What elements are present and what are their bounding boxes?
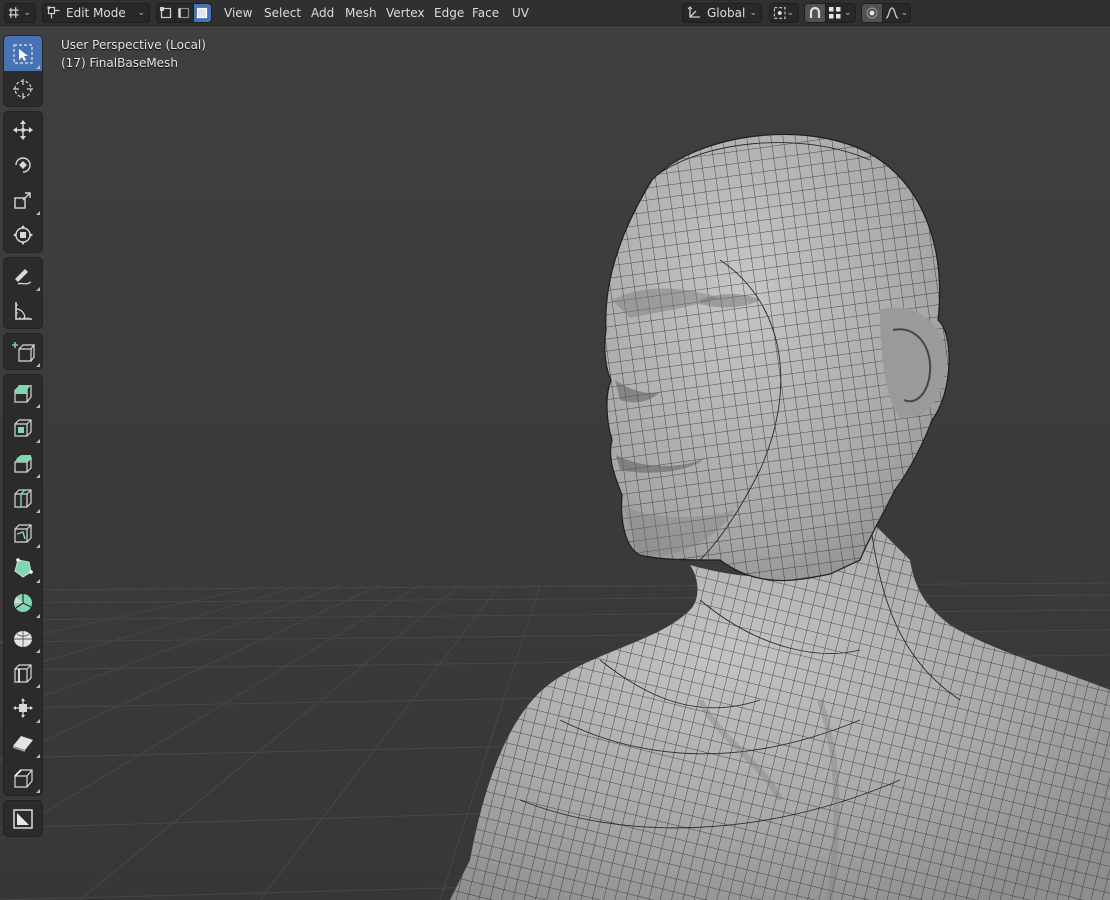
snap-target-dropdown[interactable]: ⌄	[826, 4, 855, 22]
edge-select-icon	[178, 7, 190, 19]
cursor-icon	[13, 78, 33, 99]
smooth-icon	[14, 630, 32, 647]
move-tool[interactable]	[4, 112, 42, 147]
annotate-icon	[15, 268, 32, 285]
rotate-icon	[15, 156, 31, 173]
menu-view[interactable]: View	[222, 5, 254, 21]
mode-label: Edit Mode	[66, 6, 126, 20]
toolbar-group-select	[3, 35, 43, 107]
shrink-fatten-tool[interactable]	[4, 690, 42, 725]
inset-faces-icon	[14, 418, 32, 437]
menu-vertex[interactable]: Vertex	[384, 5, 427, 21]
increment-grid-icon	[829, 7, 841, 19]
edge-select-button[interactable]	[175, 4, 194, 22]
orientation-label: Global	[707, 6, 746, 20]
inset-faces-tool[interactable]	[4, 410, 42, 445]
shrink-fatten-icon	[13, 697, 33, 718]
axis-gizmo-icon	[687, 6, 700, 18]
tool-settings-toggle[interactable]	[4, 801, 42, 836]
viewport-header: ⌄ Edit Mode ⌄ View Select Add Mesh Verte…	[0, 0, 1110, 26]
extrude-region-icon	[14, 384, 32, 403]
editor-type-button[interactable]: ⌄	[4, 3, 36, 23]
extrude-region-tool[interactable]	[4, 375, 42, 410]
select-box-icon	[13, 43, 33, 64]
knife-icon	[14, 523, 32, 543]
loop-cut-icon	[14, 488, 32, 508]
mode-dropdown[interactable]: Edit Mode ⌄	[42, 3, 150, 23]
toolbar-group-annotate	[3, 257, 43, 329]
transform-orientation-dropdown[interactable]: Global ⌄	[682, 3, 762, 23]
chevron-down-icon: ⌄	[900, 8, 909, 18]
chevron-down-icon: ⌄	[749, 8, 757, 18]
viewport-editor-icon	[8, 7, 19, 18]
menu-mesh[interactable]: Mesh	[343, 5, 379, 21]
spin-tool[interactable]	[4, 585, 42, 620]
face-select-button[interactable]	[193, 4, 211, 22]
chevron-down-icon: ⌄	[844, 8, 852, 18]
scale-tool[interactable]	[4, 182, 42, 217]
rip-region-icon	[14, 768, 33, 788]
menu-face[interactable]: Face	[470, 5, 501, 21]
bevel-tool[interactable]	[4, 445, 42, 480]
measure-icon	[15, 301, 32, 320]
proportional-falloff-dropdown[interactable]: ⌄	[883, 4, 910, 22]
mesh-edit-icon	[47, 6, 60, 19]
chevron-down-icon: ⌄	[137, 8, 145, 18]
move-icon	[13, 119, 33, 140]
transform-icon	[13, 224, 33, 245]
proportional-edit-icon	[866, 7, 878, 19]
viewport-info-overlay: User Perspective (Local) (17) FinalBaseM…	[61, 36, 206, 72]
annotate-tool[interactable]	[4, 258, 42, 293]
proportional-edit-group: ⌄	[861, 3, 911, 23]
rip-region-tool[interactable]	[4, 760, 42, 795]
viewport-canvas[interactable]	[0, 26, 1110, 900]
toolbar-group-transform	[3, 111, 43, 253]
shear-icon	[13, 735, 33, 752]
select-mode-group	[156, 3, 212, 23]
view-name: User Perspective (Local)	[61, 38, 206, 52]
menu-select[interactable]: Select	[262, 5, 303, 21]
measure-tool[interactable]	[4, 293, 42, 328]
add-cube-icon	[12, 341, 35, 362]
snap-group: ⌄	[804, 3, 856, 23]
toolbar-group-mesh-tools	[3, 374, 43, 796]
menu-edge[interactable]: Edge	[432, 5, 466, 21]
toolbar-group-settings	[3, 800, 43, 837]
proportional-edit-toggle[interactable]	[862, 4, 883, 22]
poly-build-tool[interactable]	[4, 550, 42, 585]
pivot-point-icon	[773, 7, 786, 19]
chevron-down-icon: ⌄	[23, 8, 31, 18]
face-select-icon	[197, 7, 208, 19]
poly-build-icon	[14, 557, 33, 578]
spin-icon	[14, 593, 32, 612]
object-label: (17) FinalBaseMesh	[61, 56, 178, 70]
rotate-tool[interactable]	[4, 147, 42, 182]
chevron-down-icon: ⌄	[786, 8, 794, 18]
knife-tool[interactable]	[4, 515, 42, 550]
tool-settings-icon	[13, 808, 33, 829]
edge-slide-icon	[14, 663, 32, 683]
scale-icon	[14, 191, 31, 209]
select-box-tool[interactable]	[4, 36, 42, 71]
tool-shelf	[3, 35, 43, 841]
magnet-icon	[809, 6, 820, 18]
falloff-curve-icon	[885, 7, 898, 19]
3d-viewport[interactable]: User Perspective (Local) (17) FinalBaseM…	[0, 26, 1110, 900]
pivot-point-dropdown[interactable]: ⌄	[769, 3, 799, 23]
loop-cut-tool[interactable]	[4, 480, 42, 515]
menu-add[interactable]: Add	[309, 5, 336, 21]
snap-toggle[interactable]	[805, 4, 826, 22]
vertex-select-icon	[159, 7, 171, 19]
smooth-tool[interactable]	[4, 620, 42, 655]
toolbar-group-add	[3, 333, 43, 370]
bevel-icon	[14, 454, 32, 473]
add-cube-tool[interactable]	[4, 334, 42, 369]
shear-tool[interactable]	[4, 725, 42, 760]
transform-tool[interactable]	[4, 217, 42, 252]
cursor-tool[interactable]	[4, 71, 42, 106]
vertex-select-button[interactable]	[157, 4, 176, 22]
menu-uv[interactable]: UV	[510, 5, 531, 21]
edge-slide-tool[interactable]	[4, 655, 42, 690]
